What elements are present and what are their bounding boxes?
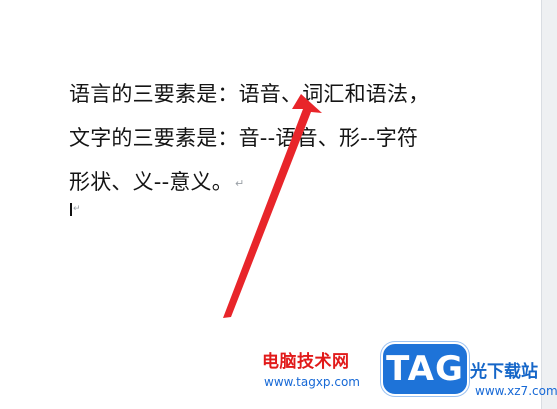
document-body[interactable]: 语言的三要素是：语音、词汇和语法， 文字的三要素是：音--语音、形--字符 形状… (69, 72, 489, 204)
document-page[interactable]: 语言的三要素是：语音、词汇和语法， 文字的三要素是：音--语音、形--字符 形状… (0, 0, 542, 409)
document-line-1-text: 语言的三要素是：语音、词汇和语法， (69, 82, 430, 106)
text-cursor (70, 203, 72, 216)
document-line-1: 语言的三要素是：语音、词汇和语法， (69, 72, 489, 116)
document-line-3: 形状、义--意义。 ↵ (69, 160, 489, 204)
paragraph-mark-icon: ↵ (234, 177, 245, 190)
empty-paragraph-mark-icon: ↵ (73, 204, 81, 214)
document-line-3-text: 形状、义--意义。 (69, 170, 233, 194)
document-line-2-text: 文字的三要素是：音--语音、形--字符 (69, 126, 419, 150)
screenshot-stage: 语言的三要素是：语音、词汇和语法， 文字的三要素是：音--语音、形--字符 形状… (0, 0, 557, 409)
document-line-2: 文字的三要素是：音--语音、形--字符 (69, 116, 489, 160)
